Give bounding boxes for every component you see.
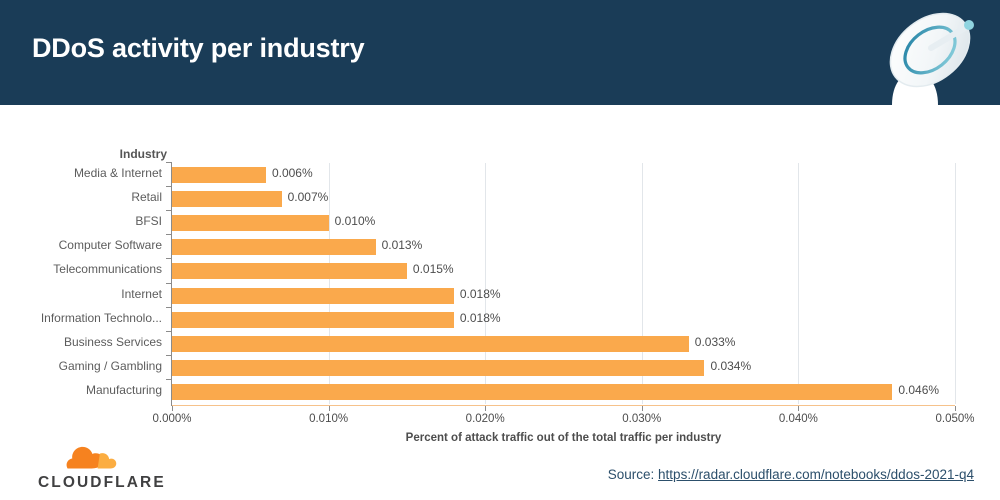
bar-row: Retail 0.007% xyxy=(131,186,955,211)
cloudflare-cloud-icon xyxy=(66,446,117,469)
bar-row: Media & Internet 0.006% xyxy=(74,162,955,187)
x-axis-tick-label: 0.020% xyxy=(465,413,505,425)
bar-value-label: 0.010% xyxy=(334,214,376,229)
y-axis-tick xyxy=(166,378,172,380)
page-title: DDoS activity per industry xyxy=(32,33,365,63)
x-axis-line xyxy=(172,405,955,406)
page-footer: CLOUDFLARE Source: https://radar.cloudfl… xyxy=(0,435,1000,500)
bar-value-label: 0.015% xyxy=(412,262,454,277)
x-axis-tick xyxy=(955,406,956,411)
satellite-dish-icon xyxy=(889,12,974,105)
bar[interactable] xyxy=(172,191,282,208)
category-label: Gaming / Gambling xyxy=(58,358,162,373)
bar[interactable] xyxy=(172,359,705,376)
bar-value-label: 0.013% xyxy=(381,238,423,253)
y-axis-tick xyxy=(166,234,172,236)
bar-value-label: 0.006% xyxy=(271,166,313,180)
x-axis-tick-label: 0.010% xyxy=(309,413,349,425)
category-label: Manufacturing xyxy=(85,382,162,397)
bar[interactable] xyxy=(172,335,689,352)
y-axis-tick xyxy=(166,186,172,188)
y-axis-tick xyxy=(166,258,172,260)
x-axis-tick xyxy=(641,406,643,411)
bar[interactable] xyxy=(172,215,329,232)
page-header: DDoS activity per industry xyxy=(0,0,1000,105)
x-axis-tick xyxy=(328,406,330,411)
y-axis-tick xyxy=(166,210,172,212)
plot-area: Media & Internet 0.006% Retail 0.007% BFSI 0.… xyxy=(41,162,956,404)
bar-value-label: 0.033% xyxy=(694,334,736,349)
x-axis-tick-label: 0.040% xyxy=(778,413,818,425)
bar-value-label: 0.034% xyxy=(710,358,752,373)
y-axis-title: Industry xyxy=(119,147,167,161)
bar[interactable] xyxy=(172,263,407,280)
category-label: Internet xyxy=(121,286,162,301)
bar[interactable] xyxy=(172,311,454,328)
y-axis-tick xyxy=(166,354,172,356)
y-axis-tick xyxy=(166,306,172,308)
category-label: Retail xyxy=(131,190,162,205)
x-axis-tick xyxy=(172,406,173,411)
category-label: BFSI xyxy=(135,214,162,229)
category-label: Information Technolo... xyxy=(40,310,162,325)
cloudflare-wordmark: CLOUDFLARE xyxy=(38,474,166,491)
gridline xyxy=(955,163,956,404)
bar[interactable] xyxy=(172,287,454,304)
bar-value-label: 0.018% xyxy=(459,286,501,301)
category-label: Media & Internet xyxy=(73,166,162,180)
chart-container: Industry Media & Internet 0.006% Retail 0.0… xyxy=(0,105,1000,444)
x-axis-tick-label: 0.000% xyxy=(152,413,192,425)
bar-row: Manufacturing 0.046% xyxy=(86,378,955,404)
y-axis-tick xyxy=(166,282,172,284)
x-axis-tick-label: 0.030% xyxy=(622,413,662,425)
bar-row: Computer Software 0.013% xyxy=(59,234,955,259)
bar-value-label: 0.007% xyxy=(287,190,329,205)
bar[interactable] xyxy=(172,167,266,183)
bar-row: BFSI 0.010% xyxy=(135,210,955,235)
category-label: Telecommunications xyxy=(53,262,162,277)
bar-row: Business Services 0.033% xyxy=(64,330,955,356)
source-link[interactable]: https://radar.cloudflare.com/notebooks/d… xyxy=(658,467,974,482)
x-axis-tick xyxy=(485,406,487,411)
bar-value-label: 0.018% xyxy=(459,310,501,325)
bar-row: Telecommunications 0.015% xyxy=(53,258,955,283)
cloudflare-logo: CLOUDFLARE xyxy=(38,443,178,493)
bar-row: Information Technolo... 0.018% xyxy=(41,306,955,332)
x-axis-tick xyxy=(798,406,800,411)
y-axis-tick xyxy=(166,330,172,332)
bar-row: Gaming / Gambling 0.034% xyxy=(59,354,955,380)
bar-row: Internet 0.018% xyxy=(121,282,955,308)
x-axis-tick-label: 0.050% xyxy=(935,413,975,425)
source-line: Source: https://radar.cloudflare.com/not… xyxy=(608,467,974,482)
bar[interactable] xyxy=(172,239,376,256)
bar-value-label: 0.046% xyxy=(898,382,940,397)
category-label: Business Services xyxy=(63,334,162,349)
source-prefix: Source: xyxy=(607,467,655,482)
bar[interactable] xyxy=(172,383,893,400)
y-axis-tick xyxy=(166,162,172,163)
category-label: Computer Software xyxy=(58,238,162,253)
